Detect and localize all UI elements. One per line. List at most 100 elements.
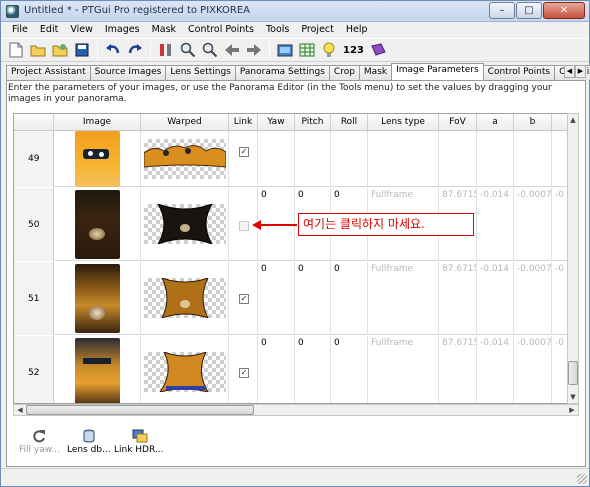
b-cell[interactable] (514, 131, 552, 187)
header-roll[interactable]: Roll (331, 114, 368, 131)
tab-panorama-settings[interactable]: Panorama Settings (234, 65, 330, 80)
table-row[interactable]: 49 ✓ (14, 131, 572, 187)
lens-type-cell[interactable] (368, 131, 439, 187)
scroll-down-icon[interactable]: ▼ (568, 391, 578, 403)
tab-image-parameters[interactable]: Image Parameters (391, 63, 484, 80)
table-row[interactable]: 51 ✓ 0 0 0 Fullframe 87.6715 -0.014 -0.0… (14, 262, 572, 335)
vertical-scroll-thumb[interactable] (568, 361, 578, 385)
lightbulb-icon[interactable] (319, 40, 339, 60)
title-bar[interactable]: Untitled * - PTGui Pro registered to PIX… (1, 1, 589, 22)
header-b[interactable]: b (514, 114, 552, 131)
source-image-thumbnail (75, 131, 120, 187)
scroll-up-icon[interactable]: ▲ (568, 114, 578, 126)
resize-grip-icon[interactable] (577, 474, 587, 484)
link-checkbox[interactable] (239, 221, 249, 231)
yaw-cell[interactable] (258, 131, 295, 187)
numbering-button[interactable]: 123 (341, 45, 366, 56)
new-project-icon[interactable] (6, 40, 26, 60)
a-cell[interactable]: -0.014 (477, 188, 514, 261)
menu-file[interactable]: File (6, 22, 34, 38)
b-cell[interactable]: -0.0007 (514, 262, 552, 335)
horizontal-scrollbar[interactable]: ◀ ▶ (13, 404, 579, 416)
tab-crop[interactable]: Crop (328, 65, 360, 80)
roll-cell[interactable]: 0 (331, 262, 368, 335)
roll-cell[interactable]: 0 (331, 336, 368, 403)
fov-cell[interactable]: 87.6715 (439, 336, 477, 403)
tab-control-points[interactable]: Control Points (482, 65, 556, 80)
header-image[interactable]: Image (54, 114, 141, 131)
a-cell[interactable] (477, 131, 514, 187)
menu-tools[interactable]: Tools (260, 22, 295, 38)
header-lens-type[interactable]: Lens type (368, 114, 439, 131)
zoom-out-icon[interactable] (200, 40, 220, 60)
tab-lens-settings[interactable]: Lens Settings (165, 65, 236, 80)
a-cell[interactable]: -0.014 (477, 336, 514, 403)
menu-view[interactable]: View (64, 22, 99, 38)
scroll-right-icon[interactable]: ▶ (566, 405, 578, 415)
header-warped[interactable]: Warped (141, 114, 229, 131)
load-images-icon[interactable] (50, 40, 70, 60)
save-icon[interactable] (72, 40, 92, 60)
menu-control-points[interactable]: Control Points (182, 22, 260, 38)
pitch-cell[interactable] (295, 131, 331, 187)
b-cell[interactable]: -0.0007 (514, 336, 552, 403)
yaw-cell[interactable]: 0 (258, 336, 295, 403)
minimize-button[interactable]: – (489, 2, 515, 19)
pitch-cell[interactable]: 0 (295, 336, 331, 403)
source-image-thumbnail (75, 338, 120, 403)
row-number: 49 (14, 131, 54, 187)
menu-help[interactable]: Help (340, 22, 374, 38)
tab-project-assistant[interactable]: Project Assistant (6, 65, 91, 80)
redo-icon[interactable] (125, 40, 145, 60)
window-title: Untitled * - PTGui Pro registered to PIX… (24, 5, 250, 16)
arrow-right-icon[interactable] (244, 40, 264, 60)
horizontal-scroll-thumb[interactable] (26, 405, 254, 415)
header-pitch[interactable]: Pitch (295, 114, 331, 131)
scroll-left-icon[interactable]: ◀ (14, 405, 26, 415)
pitch-cell[interactable]: 0 (295, 262, 331, 335)
app-window: Untitled * - PTGui Pro registered to PIX… (0, 0, 590, 487)
header-a[interactable]: a (477, 114, 514, 131)
fill-yaw-button[interactable]: Fill yaw... (19, 429, 60, 455)
yaw-cell[interactable]: 0 (258, 262, 295, 335)
header-yaw[interactable]: Yaw (258, 114, 295, 131)
tab-scroll-right-icon[interactable]: ▶ (575, 65, 586, 78)
roll-cell[interactable] (331, 131, 368, 187)
undo-icon[interactable] (103, 40, 123, 60)
panorama-editor-icon[interactable] (275, 40, 295, 60)
link-checkbox[interactable]: ✓ (239, 294, 249, 304)
menu-edit[interactable]: Edit (34, 22, 64, 38)
link-hdr-button[interactable]: Link HDR... (114, 429, 164, 455)
tab-mask[interactable]: Mask (358, 65, 393, 80)
zoom-in-icon[interactable] (178, 40, 198, 60)
table-row[interactable]: 52 ✓ 0 0 0 Fullframe 87.6715 -0.014 -0.0… (14, 336, 572, 403)
arrow-left-icon[interactable] (222, 40, 242, 60)
table-icon[interactable] (297, 40, 317, 60)
batch-icon[interactable] (368, 40, 388, 60)
header-fov[interactable]: FoV (439, 114, 477, 131)
tab-scroll-left-icon[interactable]: ◀ (564, 65, 575, 78)
lens-type-cell[interactable]: Fullframe (368, 336, 439, 403)
maximize-button[interactable]: □ (516, 2, 542, 19)
a-cell[interactable]: -0.014 (477, 262, 514, 335)
tab-source-images[interactable]: Source Images (89, 65, 167, 80)
tools-icon[interactable] (156, 40, 176, 60)
grid-header: Image Warped Link Yaw Pitch Roll Lens ty… (14, 114, 572, 131)
fov-cell[interactable] (439, 131, 477, 187)
image-thumbnail-cell (54, 262, 141, 335)
warped-thumbnail-cell (141, 188, 229, 261)
menu-images[interactable]: Images (99, 22, 146, 38)
header-link[interactable]: Link (229, 114, 258, 131)
vertical-scrollbar[interactable]: ▲ ▼ (567, 113, 579, 404)
menu-project[interactable]: Project (295, 22, 340, 38)
lens-type-cell[interactable]: Fullframe (368, 262, 439, 335)
close-button[interactable]: ✕ (543, 2, 585, 19)
link-checkbox[interactable]: ✓ (239, 147, 249, 157)
link-checkbox[interactable]: ✓ (239, 368, 249, 378)
open-project-icon[interactable] (28, 40, 48, 60)
menu-mask[interactable]: Mask (146, 22, 182, 38)
b-cell[interactable]: -0.0007 (514, 188, 552, 261)
fov-cell[interactable]: 87.6715 (439, 262, 477, 335)
toolbar-separator (97, 41, 98, 59)
lens-db-button[interactable]: Lens db... (67, 429, 111, 455)
